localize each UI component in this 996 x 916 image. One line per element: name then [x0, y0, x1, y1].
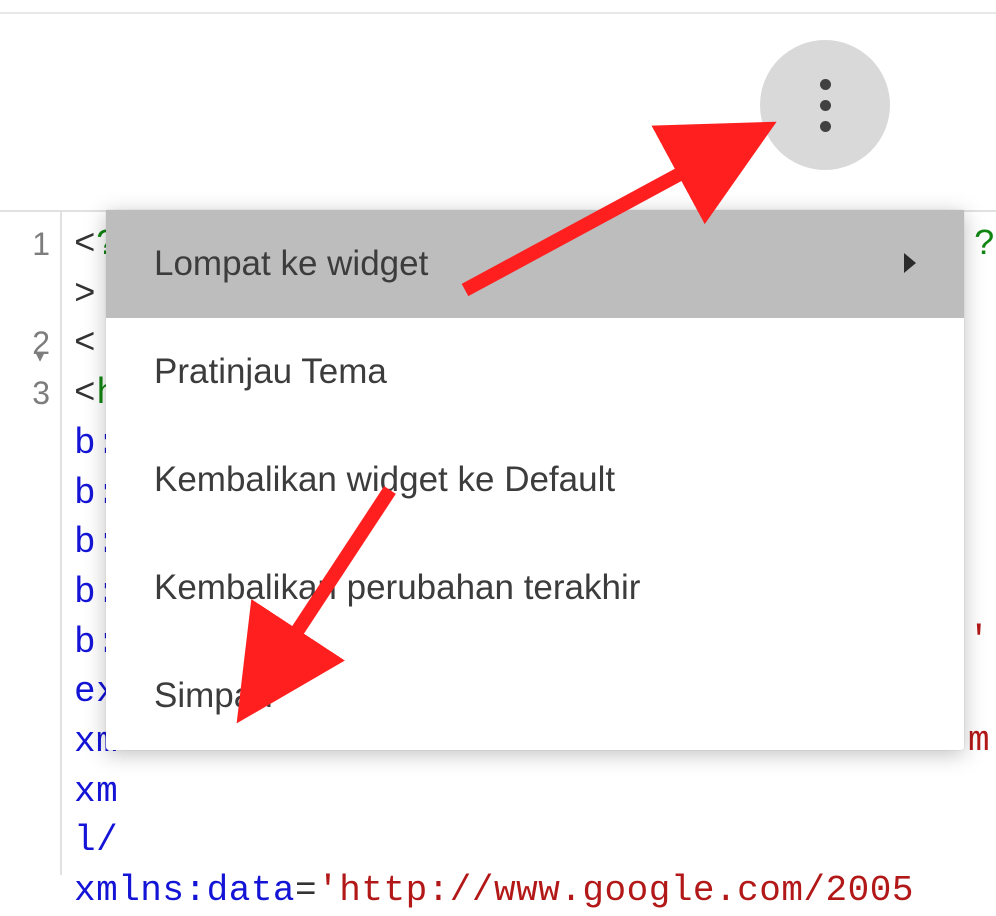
code-fragment: m: [968, 720, 990, 761]
menu-item-0[interactable]: Lompat ke widget: [106, 210, 964, 318]
menu-item-2[interactable]: Kembalikan widget ke Default: [106, 426, 964, 534]
menu-item-label: Simpan: [154, 676, 273, 716]
more-vert-icon: [820, 79, 831, 132]
menu-item-label: Lompat ke widget: [154, 244, 428, 284]
line-number: 1: [0, 220, 50, 270]
menu-item-3[interactable]: Kembalikan perubahan terakhir: [106, 534, 964, 642]
menu-item-label: Kembalikan widget ke Default: [154, 460, 615, 500]
fold-marker-icon[interactable]: ▾: [35, 332, 45, 382]
menu-item-1[interactable]: Pratinjau Tema: [106, 318, 964, 426]
line-number: 3 ▾: [0, 369, 50, 419]
menu-item-4[interactable]: Simpan: [106, 642, 964, 750]
code-fragment: ': [968, 620, 990, 661]
context-menu: Lompat ke widget Pratinjau Tema Kembalikan…: [106, 210, 964, 750]
more-options-button[interactable]: [760, 40, 890, 170]
code-fragment: ?: [974, 224, 996, 265]
menu-item-label: Kembalikan perubahan terakhir: [154, 568, 640, 608]
menu-item-label: Pratinjau Tema: [154, 352, 387, 392]
line-number-gutter: 1 2 3 ▾: [0, 212, 62, 875]
chevron-right-icon: [902, 244, 920, 284]
